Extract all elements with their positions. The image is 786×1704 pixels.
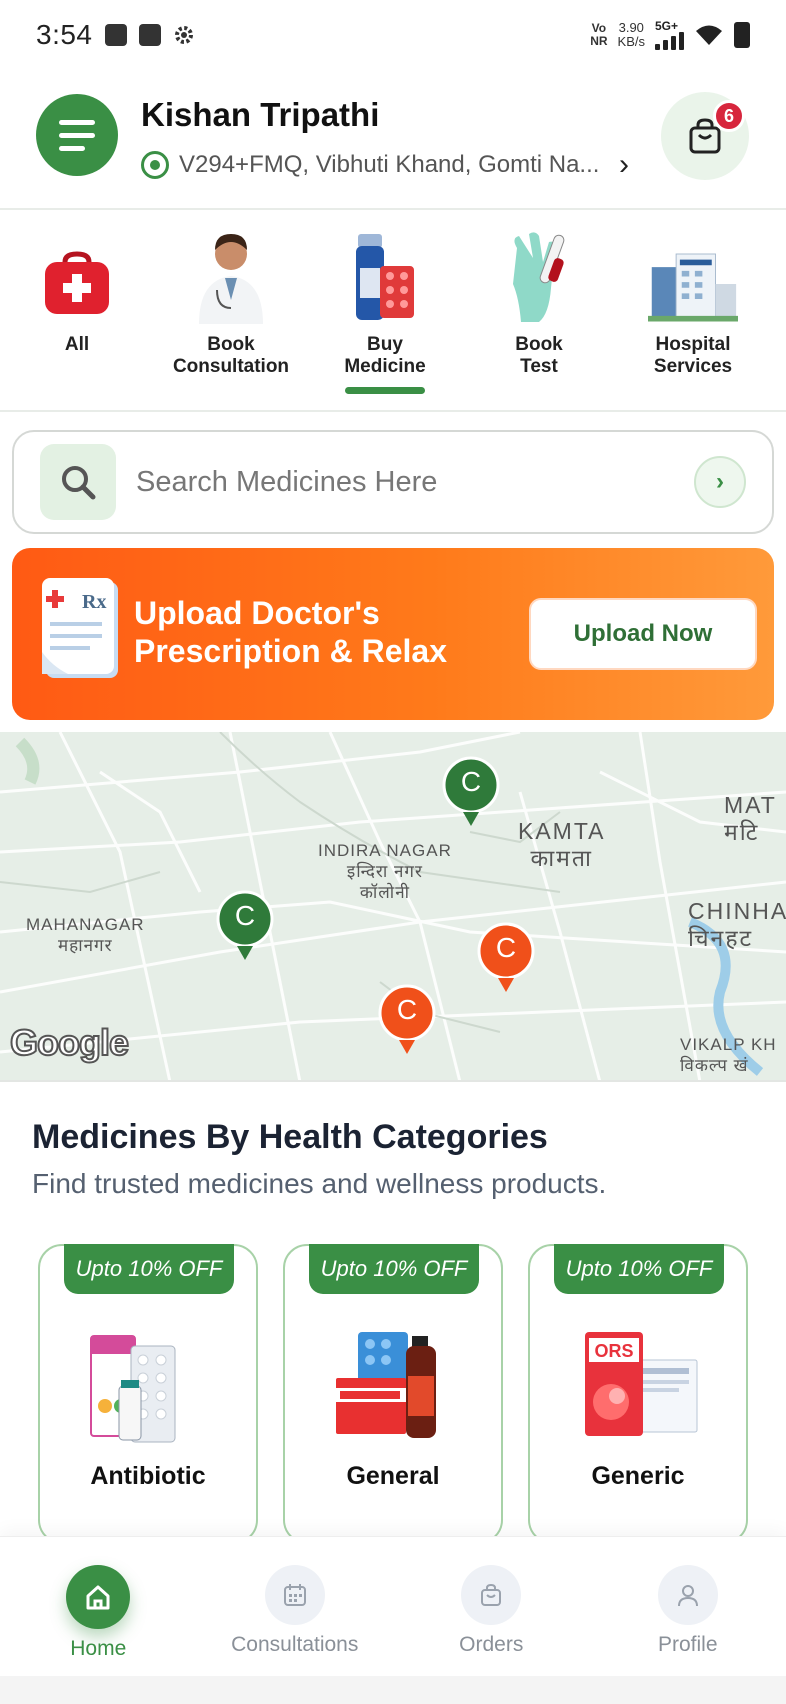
category-name: Antibiotic [90, 1462, 206, 1490]
doctor-image [186, 224, 276, 324]
tab-all-label: All [64, 334, 90, 355]
svg-text:ORS: ORS [594, 1341, 633, 1361]
discount-badge: Upto 10% OFF [64, 1244, 234, 1294]
tab-consultation-label-1: Book [207, 334, 255, 355]
general-product-image [336, 1332, 436, 1438]
usb-icon [104, 24, 127, 46]
category-card-antibiotic[interactable]: Upto 10% OFF Antibiotic [38, 1244, 258, 1544]
nav-profile[interactable]: Profile [598, 1537, 778, 1676]
active-tab-indicator [345, 387, 425, 394]
map-label-vikalp: VIKALP KH विकल्प खं [680, 1035, 777, 1075]
upload-now-button[interactable]: Upload Now [529, 598, 757, 670]
discount-badge: Upto 10% OFF [309, 1244, 479, 1294]
clinic-pin-orange[interactable]: C [477, 922, 535, 996]
app-header: Kishan Tripathi V294+FMQ, Vibhuti Khand,… [0, 80, 786, 210]
nav-home-label: Home [70, 1637, 127, 1660]
map-label-chinhat: CHINHA चिनहट [688, 898, 786, 951]
location-target-icon [141, 151, 169, 179]
clinic-pin-orange[interactable]: C [378, 984, 436, 1058]
menu-button[interactable] [36, 94, 118, 176]
status-time: 3:54 [36, 19, 93, 50]
system-gesture-bar [0, 1676, 786, 1704]
prescription-icon: Rx [42, 578, 118, 678]
tab-test-label-1: Book [515, 334, 563, 355]
category-name: General [346, 1462, 440, 1490]
calendar-icon [264, 1565, 325, 1625]
category-name: Generic [591, 1462, 685, 1490]
chevron-right-icon: › [619, 148, 629, 181]
category-card-general[interactable]: Upto 10% OFF General [283, 1244, 503, 1544]
tab-hospital-label-1: Hospital [655, 334, 731, 355]
location-selector[interactable]: V294+FMQ, Vibhuti Khand, Gomti Na... › [141, 148, 629, 182]
tab-book-test[interactable]: Book Test [462, 212, 616, 410]
clinic-pin-green[interactable]: C [442, 756, 500, 830]
tab-consultation-label-2: Consultation [172, 356, 290, 377]
map-label-mahanagar: MAHANAGAR महानगर [26, 915, 145, 955]
banner-headline: Upload Doctor's Prescription & Relax [134, 594, 447, 670]
test-tube-glove-image [494, 224, 584, 324]
tab-book-consultation[interactable]: Book Consultation [154, 212, 308, 410]
svg-text:Rx: Rx [82, 591, 106, 613]
user-name: Kishan Tripathi [141, 96, 380, 133]
nav-orders-label: Orders [459, 1633, 524, 1656]
nav-consultations-label: Consultations [231, 1633, 359, 1656]
category-card-generic[interactable]: Upto 10% OFF ORS Generic [528, 1244, 748, 1544]
location-text: V294+FMQ, Vibhuti Khand, Gomti Na... [179, 151, 599, 178]
banner-line-1: Upload Doctor's [134, 595, 380, 631]
hospital-building-image [648, 224, 738, 324]
wifi-icon [696, 25, 722, 45]
search-input[interactable] [136, 465, 656, 499]
map-label-indira-nagar: INDIRA NAGAR इन्दिरा नगर कॉलोनी [318, 841, 452, 902]
map-label-mat: MAT मटि [724, 792, 777, 845]
battery-icon [734, 22, 750, 48]
tab-medicine-label-2: Medicine [344, 356, 426, 377]
medicine-bottle-image [340, 224, 430, 324]
tab-buy-medicine[interactable]: Buy Medicine [308, 212, 462, 410]
settings-icon [174, 26, 193, 44]
cart-button[interactable]: 6 [661, 92, 749, 180]
clinic-pin-green[interactable]: C [216, 890, 274, 964]
search-go-button[interactable]: › [694, 456, 746, 508]
person-icon [657, 1565, 718, 1625]
clinic-map[interactable]: INDIRA NAGAR इन्दिरा नगर कॉलोनी KAMTA कामता… [0, 732, 786, 1082]
tab-test-label-2: Test [520, 356, 558, 377]
tab-hospital-label-2: Services [653, 356, 733, 377]
nav-home[interactable]: Home [8, 1537, 188, 1676]
first-aid-kit-icon [32, 224, 122, 324]
section-subtitle: Find trusted medicines and wellness prod… [32, 1168, 607, 1199]
bag-icon [461, 1565, 522, 1625]
network-speed: 3.90 KB/s [617, 20, 645, 49]
map-label-kamta: KAMTA कामता [518, 818, 606, 871]
cell-signal-icon [655, 32, 684, 50]
banner-line-2: Prescription & Relax [134, 633, 447, 669]
status-bar: 3:54 Vo NR 3.90 KB/s 5G+ [0, 0, 786, 70]
discount-badge: Upto 10% OFF [554, 1244, 724, 1294]
home-icon [66, 1565, 131, 1629]
tab-all[interactable]: All [0, 212, 154, 410]
section-title: Medicines By Health Categories [32, 1118, 548, 1156]
cart-count-badge: 6 [713, 100, 745, 132]
generic-product-image: ORS [585, 1332, 698, 1436]
search-bar[interactable]: › [12, 430, 774, 534]
nav-consultations[interactable]: Consultations [205, 1537, 385, 1676]
google-logo: Google [9, 1021, 130, 1064]
upload-prescription-banner: Rx Upload Doctor's Prescription & Relax … [12, 548, 774, 720]
message-icon [138, 24, 161, 46]
tab-medicine-label-1: Buy [367, 334, 403, 355]
tab-hospital-services[interactable]: Hospital Services [616, 212, 770, 410]
category-tabs: All Book Consultation Buy Medicine Book … [0, 212, 786, 412]
nav-orders[interactable]: Orders [401, 1537, 581, 1676]
nav-profile-label: Profile [657, 1633, 718, 1656]
bottom-navigation: Home Consultations Orders Profile [0, 1536, 786, 1676]
network-type-text: Vo NR [590, 21, 608, 48]
signal-type: 5G+ [655, 19, 679, 33]
antibiotic-product-image [90, 1335, 176, 1443]
search-icon [40, 444, 116, 520]
